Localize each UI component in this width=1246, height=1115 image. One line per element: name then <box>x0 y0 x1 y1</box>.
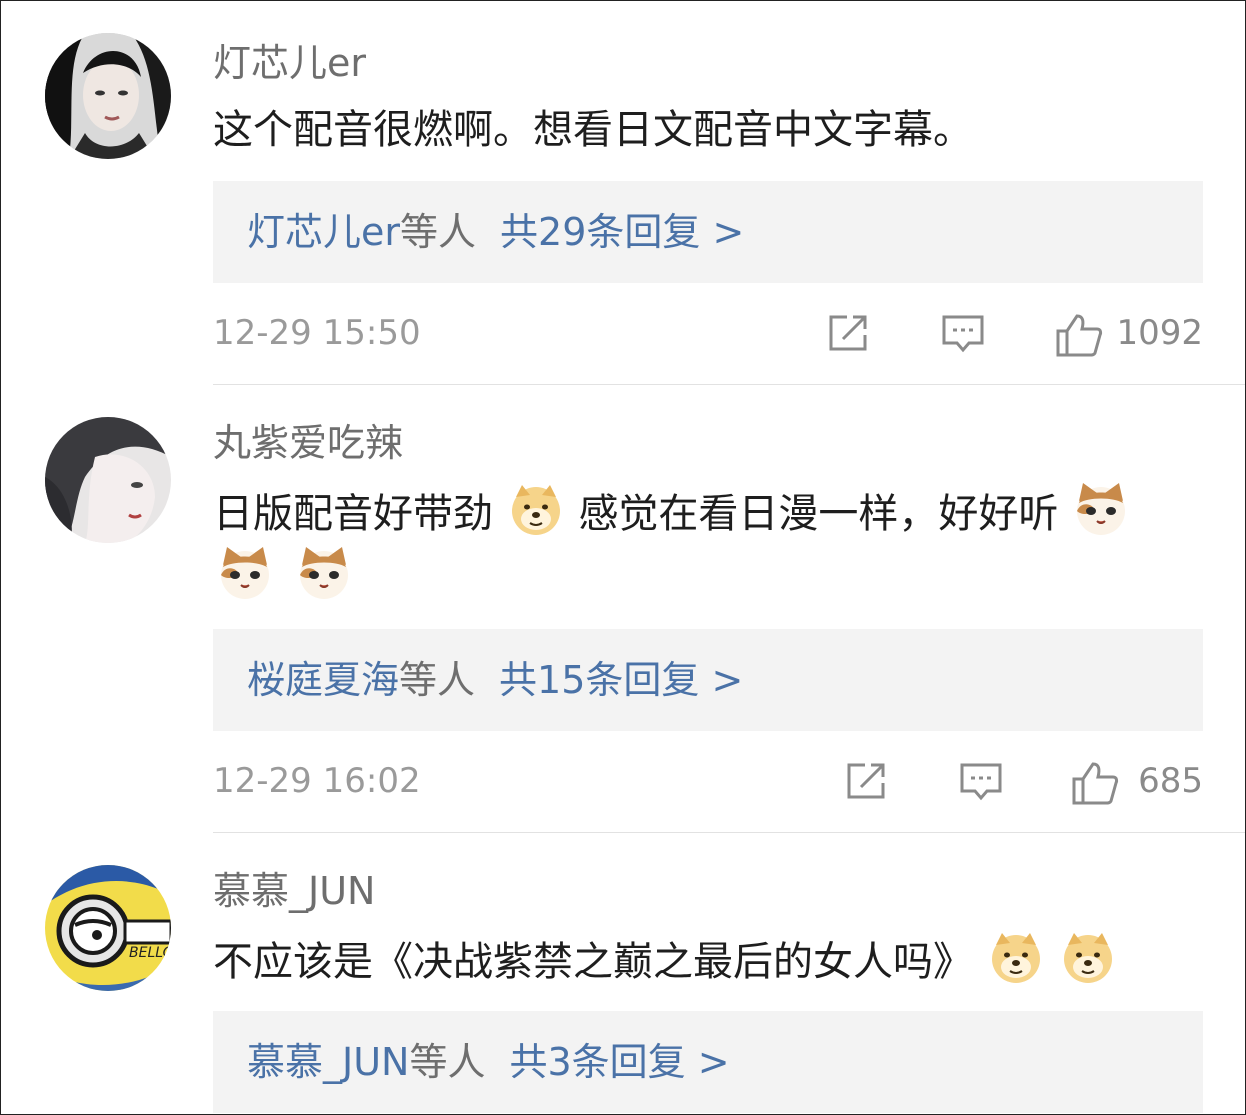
thumbs-up-icon[interactable] <box>1055 313 1103 357</box>
comment-list: 灯芯儿er 这个配音很燃啊。想看日文配音中文字幕。 灯芯儿er等人 共29条回复 … <box>0 0 1246 1115</box>
comment-text-segment: 感觉在看日漫一样，好好听 <box>578 491 1059 537</box>
comment-meta: 12-29 15:50 1092 <box>213 305 1203 361</box>
share-icon[interactable] <box>845 761 889 801</box>
comment-icon[interactable] <box>959 761 1003 801</box>
username[interactable]: 灯芯儿er <box>213 39 366 87</box>
divider <box>213 832 1245 833</box>
like-count: 1092 <box>1116 313 1203 353</box>
cat-emoji-icon <box>221 547 269 599</box>
cat-emoji-icon <box>299 547 348 599</box>
divider <box>213 384 1245 385</box>
comment-text-segment: 日版配音好带劲 <box>213 491 493 537</box>
username[interactable]: 丸紫爱吃辣 <box>213 419 403 467</box>
reply-suffix: 等人 <box>399 658 476 702</box>
avatar[interactable] <box>45 33 171 159</box>
comment-text: 不应该是《决战紫禁之巅之最后的女人吗》 <box>213 929 1213 993</box>
replies-preview[interactable]: 灯芯儿er等人 共29条回复 > <box>213 181 1203 283</box>
reply-suffix: 等人 <box>409 1040 486 1084</box>
avatar[interactable] <box>45 417 171 543</box>
comment-line: 这个配音很燃啊。想看日文配音中文字幕。 <box>213 107 973 153</box>
thumbs-up-icon[interactable] <box>1071 761 1119 805</box>
replies-preview[interactable]: 慕慕_JUN等人 共3条回复 > <box>213 1011 1203 1113</box>
comment-text: 日版配音好带劲 感觉在看日漫一样，好好听 <box>213 481 1213 609</box>
reply-suffix: 等人 <box>400 210 477 254</box>
doge-emoji-icon <box>511 485 560 535</box>
like-count: 685 <box>1138 761 1203 801</box>
reply-names[interactable]: 慕慕_JUN <box>247 1040 409 1084</box>
reply-count-link[interactable]: 共29条回复 > <box>500 210 744 254</box>
doge-emoji-icon <box>1064 933 1113 983</box>
reply-names[interactable]: 桜庭夏海 <box>247 658 399 702</box>
comment-meta: 12-29 16:02 685 <box>213 753 1203 809</box>
timestamp: 12-29 16:02 <box>213 761 421 801</box>
cat-emoji-icon <box>1077 483 1126 535</box>
timestamp: 12-29 15:50 <box>213 313 421 353</box>
reply-count-link[interactable]: 共15条回复 > <box>499 658 743 702</box>
reply-names[interactable]: 灯芯儿er <box>247 210 400 254</box>
comment-text-segment: 不应该是《决战紫禁之巅之最后的女人吗》 <box>213 939 973 985</box>
replies-preview[interactable]: 桜庭夏海等人 共15条回复 > <box>213 629 1203 731</box>
avatar-text: BELLO <box>129 945 171 961</box>
reply-count-link[interactable]: 共3条回复 > <box>509 1040 729 1084</box>
avatar[interactable]: BELLO <box>45 865 171 991</box>
comment-icon[interactable] <box>941 313 985 353</box>
share-icon[interactable] <box>827 313 871 353</box>
comment-text: 这个配音很燃啊。想看日文配音中文字幕。 <box>213 99 1213 163</box>
doge-emoji-icon <box>991 933 1040 983</box>
username[interactable]: 慕慕_JUN <box>213 867 375 915</box>
